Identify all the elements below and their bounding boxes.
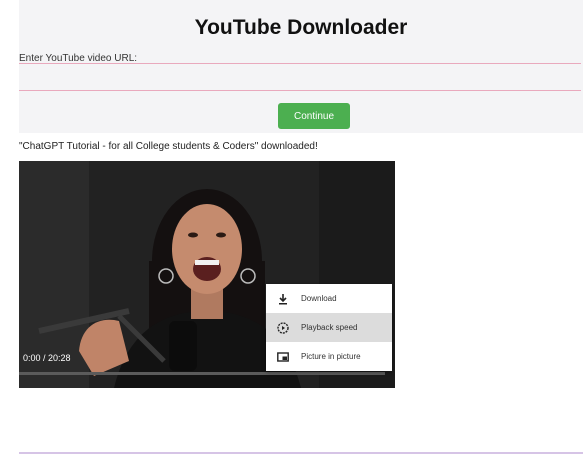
picture-in-picture-icon — [277, 351, 289, 363]
download-icon — [277, 293, 289, 305]
continue-button[interactable]: Continue — [278, 103, 350, 129]
menu-item-download[interactable]: Download — [266, 284, 392, 313]
player-context-menu: Download Playback speed Picture in pictu… — [266, 284, 392, 371]
page-title: YouTube Downloader — [194, 16, 408, 39]
time-display: 0:00 / 20:28 — [23, 353, 71, 363]
video-player[interactable]: 0:00 / 20:28 Download Playback speed Pic… — [19, 161, 395, 388]
bottom-divider — [19, 452, 583, 454]
progress-bar[interactable] — [19, 372, 385, 375]
menu-item-label: Download — [301, 294, 337, 303]
download-status-message: "ChatGPT Tutorial - for all College stud… — [19, 141, 318, 152]
menu-item-playback-speed[interactable]: Playback speed — [266, 313, 392, 342]
menu-item-label: Picture in picture — [301, 352, 361, 361]
menu-item-picture-in-picture[interactable]: Picture in picture — [266, 342, 392, 371]
playback-speed-icon — [277, 321, 289, 334]
downloader-panel: YouTube Downloader Enter YouTube video U… — [19, 0, 583, 133]
url-input[interactable] — [19, 63, 581, 91]
menu-item-label: Playback speed — [301, 323, 358, 332]
